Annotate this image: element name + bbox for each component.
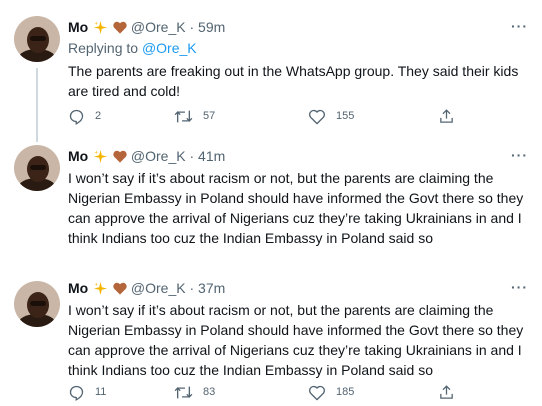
sparkles-icon	[94, 149, 108, 167]
display-name[interactable]: Mo	[68, 19, 88, 35]
tweet-2[interactable]: Mo @Ore_K · 41m ··· I won’t say if it’s …	[0, 142, 542, 254]
retweet-button[interactable]: 57	[174, 106, 215, 126]
like-count: 155	[336, 110, 355, 122]
tweet-header: Mo @Ore_K · 41m	[68, 147, 225, 165]
brown-heart-icon	[113, 20, 127, 38]
like-button[interactable]: 155	[308, 106, 354, 126]
timestamp[interactable]: 59m	[198, 19, 225, 35]
separator-dot: ·	[189, 19, 195, 35]
share-button[interactable]	[438, 106, 455, 126]
user-handle[interactable]: @Ore_K	[131, 148, 186, 164]
user-handle[interactable]: @Ore_K	[131, 19, 186, 35]
separator-dot: ·	[189, 148, 195, 164]
retweet-count: 83	[203, 386, 216, 398]
retweet-count: 57	[203, 110, 216, 122]
retweet-icon	[174, 386, 193, 398]
timestamp[interactable]: 37m	[198, 280, 225, 296]
like-count: 185	[336, 386, 355, 398]
tweet-header: Mo @Ore_K · 59m	[68, 18, 225, 36]
user-handle[interactable]: @Ore_K	[131, 280, 186, 296]
sparkles-icon	[94, 20, 108, 38]
tweet-1[interactable]: Mo @Ore_K · 59m ··· Replying to @Ore_K T…	[0, 0, 542, 142]
replying-to: Replying to @Ore_K	[68, 40, 197, 56]
brown-heart-icon	[113, 149, 127, 167]
tweet-text: I won’t say if it’s about racism or not,…	[68, 170, 524, 246]
reply-button[interactable]: 2	[68, 106, 101, 126]
more-options-button[interactable]: ···	[511, 279, 528, 295]
reply-count: 2	[95, 110, 102, 122]
display-name[interactable]: Mo	[68, 148, 88, 164]
display-name[interactable]: Mo	[68, 280, 88, 296]
tweet-3[interactable]: Mo @Ore_K · 37m ··· I won’t say if it’s …	[0, 270, 542, 406]
timestamp[interactable]: 41m	[198, 148, 225, 164]
separator-dot: ·	[189, 280, 195, 296]
reply-button[interactable]: 11	[68, 382, 106, 402]
thread-line	[36, 68, 38, 142]
avatar[interactable]	[14, 16, 60, 62]
avatar[interactable]	[14, 145, 60, 191]
share-button[interactable]	[438, 382, 455, 402]
brown-heart-icon	[113, 281, 127, 299]
like-icon	[309, 109, 325, 124]
reply-icon	[69, 385, 84, 401]
like-icon	[309, 385, 325, 400]
replying-to-label: Replying to	[68, 40, 139, 56]
retweet-button[interactable]: 83	[174, 382, 215, 402]
like-button[interactable]: 185	[308, 382, 354, 402]
more-options-button[interactable]: ···	[511, 147, 528, 163]
retweet-icon	[174, 110, 193, 122]
more-options-button[interactable]: ···	[511, 18, 528, 34]
share-icon	[440, 108, 453, 123]
avatar[interactable]	[14, 281, 60, 327]
reply-count: 11	[95, 386, 107, 398]
reply-icon	[69, 109, 84, 125]
tweet-text: The parents are freaking out in the What…	[68, 63, 519, 99]
replying-to-handle-link[interactable]: @Ore_K	[142, 40, 197, 56]
tweet-text: I won’t say if it’s about racism or not,…	[68, 302, 524, 378]
tweet-header: Mo @Ore_K · 37m	[68, 279, 225, 297]
sparkles-icon	[94, 281, 108, 299]
share-icon	[440, 384, 453, 399]
